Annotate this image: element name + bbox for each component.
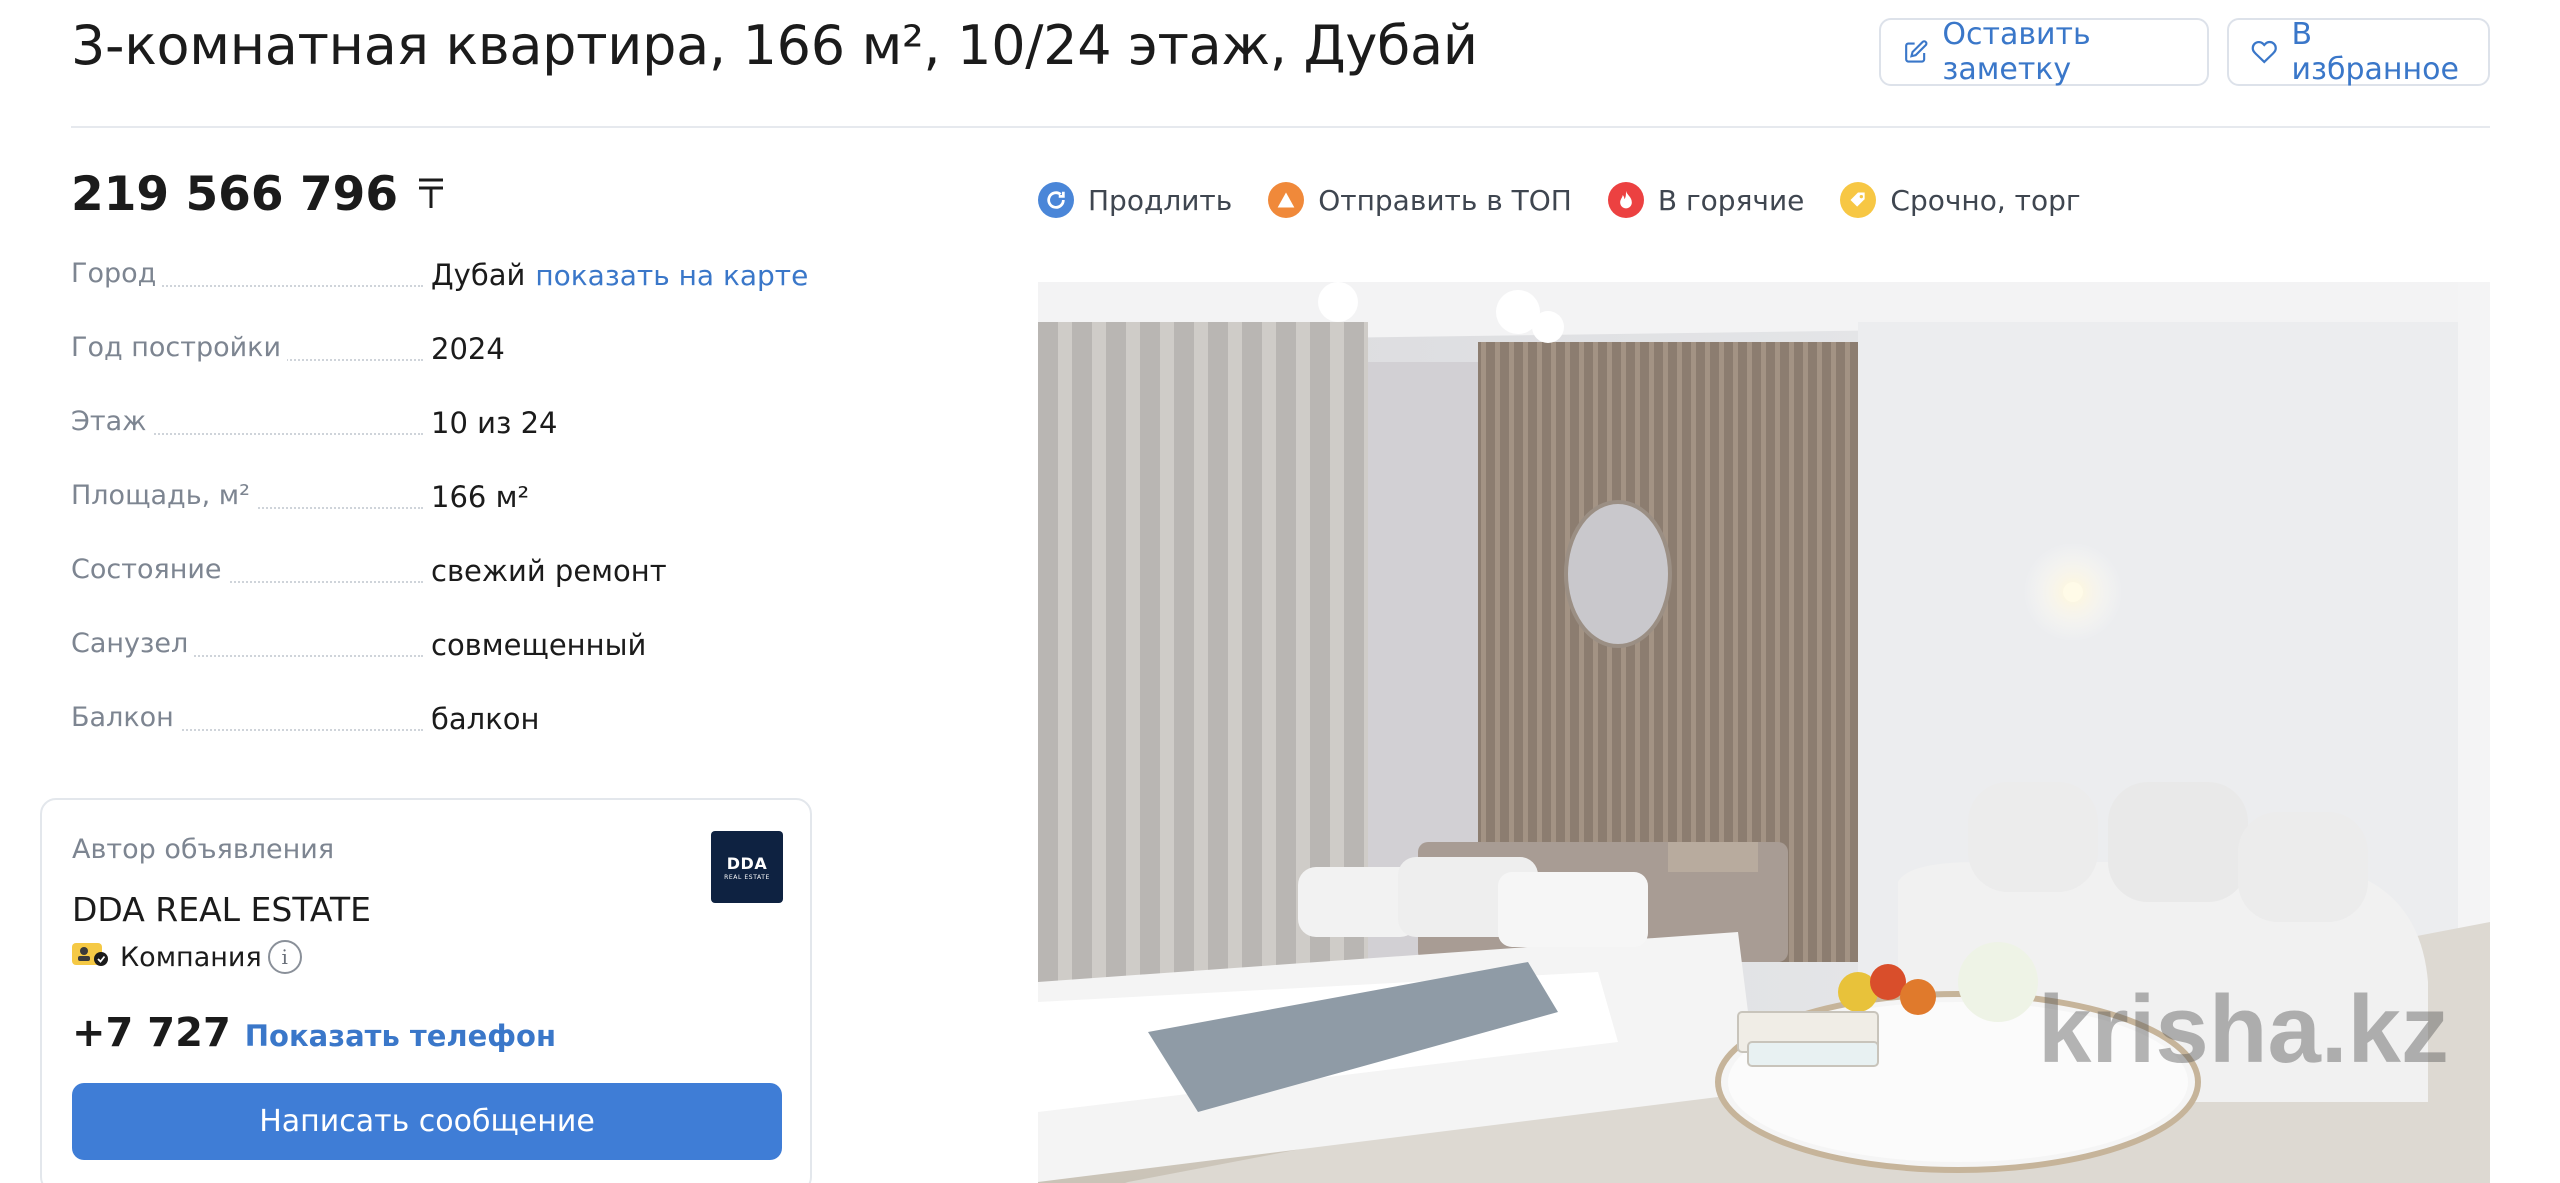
author-type: Компания i [72, 940, 302, 974]
send-to-top-label: Отправить в ТОП [1318, 183, 1572, 217]
param-value: 2024 [431, 332, 505, 366]
params-list: Город Дубай показать на карте Год построй… [71, 258, 808, 776]
favorites-label: В избранное [2291, 17, 2459, 87]
leave-note-label: Оставить заметку [1942, 17, 2091, 87]
company-logo[interactable]: DDA REAL ESTATE [711, 831, 783, 903]
tag-icon [1840, 182, 1877, 218]
bedroom-photo: krisha.kz [1038, 282, 2490, 1183]
renew-label: Продлить [1088, 183, 1233, 217]
heart-icon [2251, 41, 2277, 64]
hot-service-button[interactable]: В горячие [1607, 182, 1805, 218]
listing-title: 3-комнатная квартира, 166 м², 10/24 этаж… [71, 14, 1478, 77]
show-phone-link[interactable]: Показать телефон [245, 1019, 556, 1053]
param-label: Балкон [71, 702, 180, 733]
param-label: Год постройки [71, 332, 288, 363]
edit-note-icon [1905, 40, 1928, 63]
price: 219 566 796 [71, 167, 446, 222]
param-row-bathroom: Санузел совмещенный [71, 628, 791, 702]
param-value: Дубай показать на карте [431, 258, 808, 292]
param-value: 10 из 24 [431, 406, 558, 440]
urgent-label: Срочно, торг [1890, 183, 2081, 217]
param-value: 166 м² [431, 480, 530, 514]
param-label: Состояние [71, 554, 228, 585]
param-value: совмещенный [431, 628, 647, 662]
param-row-city: Город Дубай показать на карте [71, 258, 808, 332]
send-to-top-button[interactable]: Отправить в ТОП [1268, 182, 1572, 218]
param-row-build-year: Год постройки 2024 [71, 332, 791, 406]
param-row-balcony: Балкон балкон [71, 702, 791, 776]
watermark: krisha.kz [2038, 976, 2449, 1083]
param-label: Город [71, 258, 163, 289]
param-value: свежий ремонт [431, 554, 667, 588]
city-value: Дубай [431, 258, 526, 292]
param-label: Площадь, м² [71, 480, 256, 511]
tenge-currency-icon [416, 167, 446, 222]
company-label: Компания [120, 941, 262, 973]
phone-number: +7 727 [72, 1010, 231, 1056]
phone-block: +7 727 Показать телефон [72, 1010, 556, 1056]
logo-text: DDA [726, 853, 768, 873]
param-label: Санузел [71, 628, 195, 659]
renew-icon [1038, 182, 1074, 218]
logo-subtext: REAL ESTATE [724, 873, 770, 881]
info-icon[interactable]: i [267, 940, 302, 974]
renew-service-button[interactable]: Продлить [1038, 182, 1232, 218]
title-divider [71, 126, 2490, 128]
show-on-map-link[interactable]: показать на карте [535, 259, 808, 292]
fire-icon [1607, 182, 1644, 218]
author-card: Автор объявления DDA REAL ESTATE DDA REA… [40, 798, 812, 1183]
param-label: Этаж [71, 406, 153, 437]
author-name: DDA REAL ESTATE [72, 890, 371, 929]
price-value: 219 566 796 [71, 167, 399, 222]
urgent-bargain-button[interactable]: Срочно, торг [1840, 182, 2081, 218]
leave-note-button[interactable]: Оставить заметку [1879, 17, 2209, 87]
company-badge-icon [72, 941, 110, 974]
param-value: балкон [431, 702, 540, 736]
author-label: Автор объявления [72, 834, 335, 865]
add-to-favorites-button[interactable]: В избранное [2227, 17, 2490, 87]
param-row-floor: Этаж 10 из 24 [71, 406, 791, 480]
param-row-condition: Состояние свежий ремонт [71, 554, 791, 628]
top-icon [1268, 182, 1305, 218]
paid-services-bar: Продлить Отправить в ТОП В горячие Срочн… [1038, 182, 2117, 218]
param-row-area: Площадь, м² 166 м² [71, 480, 791, 554]
listing-photo[interactable]: krisha.kz [1038, 282, 2490, 1183]
hot-label: В горячие [1657, 183, 1805, 217]
write-message-button[interactable]: Написать сообщение [72, 1083, 782, 1160]
